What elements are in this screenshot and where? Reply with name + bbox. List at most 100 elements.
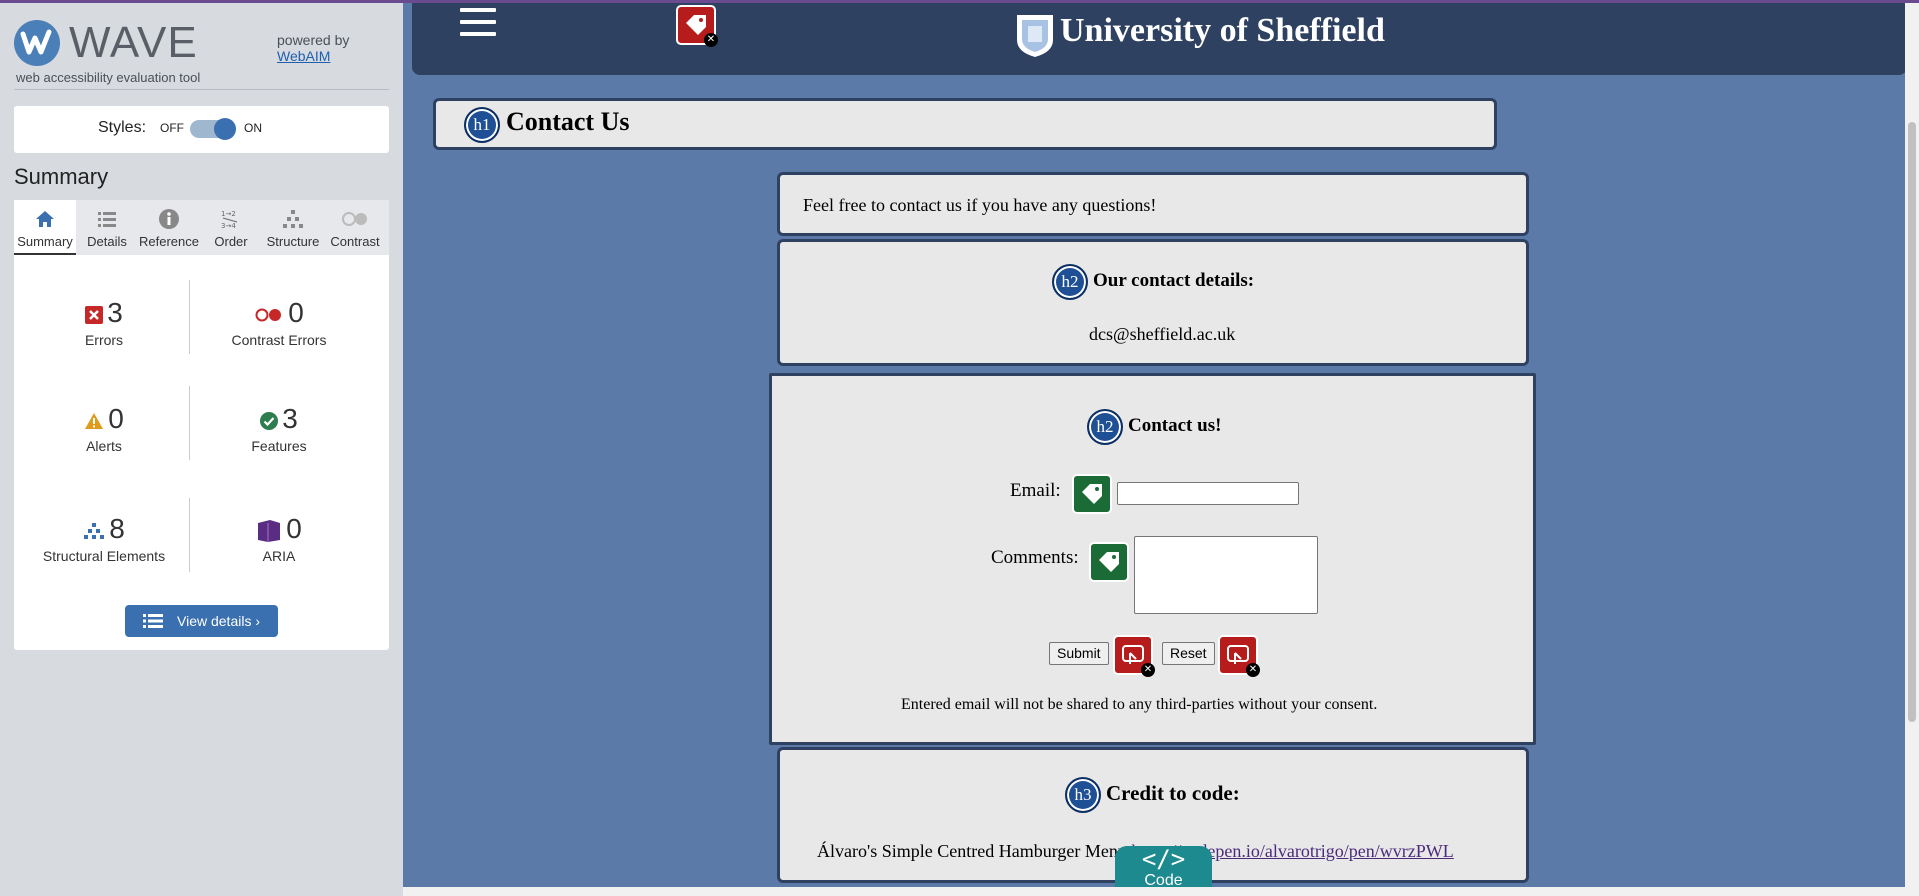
horizontal-scrollbar[interactable] — [403, 887, 1905, 896]
contact-form-card: h2 Contact us! Email: Comments: Submit ✕… — [769, 373, 1536, 745]
error-icon — [85, 305, 104, 324]
tab-reference[interactable]: Reference — [138, 200, 200, 255]
contact-email: dcs@sheffield.ac.uk — [1089, 324, 1236, 344]
stat-errors[interactable]: 3 Errors — [19, 296, 189, 348]
page-title: Contact Us — [506, 107, 630, 136]
stat-divider — [189, 498, 190, 572]
stat-contrast-errors[interactable]: 0 Contrast Errors — [194, 296, 364, 348]
label-feature-icon[interactable] — [1072, 474, 1112, 514]
tab-details[interactable]: Details — [76, 200, 138, 255]
contrast-errors-count: 0 — [288, 297, 304, 328]
contact-details-card: h2 Our contact details: dcs@sheffield.ac… — [777, 239, 1529, 366]
styles-toggle-knob — [214, 118, 236, 140]
site-header: ✕ University of Sheffield — [412, 0, 1907, 75]
tab-structure[interactable]: Structure — [262, 200, 324, 255]
features-count: 3 — [282, 403, 298, 434]
styles-label: Styles: — [98, 119, 147, 136]
missing-label-error-icon[interactable]: ✕ — [676, 5, 718, 47]
h2-badge-icon[interactable]: h2 — [1087, 409, 1123, 445]
submit-button[interactable]: Submit — [1049, 642, 1109, 665]
intro-card: Feel free to contact us if you have any … — [777, 172, 1529, 236]
info-icon — [138, 208, 200, 232]
aria-icon — [258, 519, 281, 542]
structural-icon — [84, 522, 105, 539]
vertical-scrollbar[interactable] — [1905, 0, 1919, 896]
credit-description: Álvaro's Simple Centred Hamburger Menu — [817, 841, 1127, 861]
structure-icon — [262, 208, 324, 232]
powered-by-label: powered by — [277, 32, 350, 48]
stat-divider — [189, 280, 190, 354]
wave-sidebar: WAVE web accessibility evaluation tool p… — [0, 0, 403, 896]
reset-button[interactable]: Reset — [1162, 642, 1215, 665]
view-details-label: View details › — [177, 613, 261, 629]
styles-toggle-card: Styles: OFF ON — [14, 106, 389, 153]
summary-title: Summary — [14, 164, 109, 189]
tab-contrast[interactable]: Contrast — [324, 200, 386, 255]
h2-badge-icon[interactable]: h2 — [1052, 264, 1088, 300]
alerts-count: 0 — [108, 403, 124, 434]
features-label: Features — [251, 438, 307, 454]
list-icon — [76, 208, 138, 232]
structural-count: 8 — [109, 513, 125, 544]
contact-details-heading: Our contact details: — [1093, 270, 1255, 291]
label-feature-icon[interactable] — [1089, 542, 1129, 582]
tab-summary[interactable]: Summary — [14, 200, 76, 255]
form-heading: Contact us! — [1128, 415, 1222, 436]
privacy-note: Entered email will not be shared to any … — [901, 696, 1378, 713]
page-heading-card: h1 Contact Us — [433, 98, 1497, 150]
stat-alerts[interactable]: 0 Alerts — [19, 402, 189, 454]
svg-text:3→4: 3→4 — [221, 222, 236, 230]
home-icon — [14, 208, 76, 232]
wave-logo-icon — [14, 20, 60, 66]
feature-icon — [260, 411, 279, 430]
email-label: Email: — [1010, 480, 1061, 501]
summary-panel: Summary Details Reference 1→23→4 Order — [14, 200, 389, 650]
list-icon — [143, 614, 163, 628]
stat-aria[interactable]: 0 ARIA — [194, 512, 364, 564]
wave-logo-row: WAVE web accessibility evaluation tool p… — [14, 18, 389, 90]
errors-count: 3 — [107, 297, 123, 328]
h3-badge-icon[interactable]: h3 — [1065, 777, 1101, 813]
svg-text:1→2: 1→2 — [221, 210, 236, 218]
email-field[interactable] — [1117, 482, 1299, 505]
contrast-icon — [324, 208, 386, 232]
order-icon: 1→2 3→4 — [200, 208, 262, 232]
top-accent-line — [0, 0, 1919, 3]
powered-by: powered by WebAIM — [277, 32, 349, 64]
styles-toggle[interactable] — [190, 118, 236, 140]
intro-text: Feel free to contact us if you have any … — [803, 195, 1157, 215]
errors-label: Errors — [84, 332, 124, 348]
wave-tabs: Summary Details Reference 1→23→4 Order — [14, 200, 389, 255]
university-shield-icon — [1017, 15, 1053, 57]
stat-structural[interactable]: 8 Structural Elements — [19, 512, 189, 564]
comments-label: Comments: — [991, 547, 1079, 568]
empty-button-error-icon[interactable]: ✕ — [1218, 635, 1260, 677]
wave-tagline: web accessibility evaluation tool — [16, 70, 201, 85]
error-x-badge-icon: ✕ — [1141, 663, 1155, 677]
styles-off-label: OFF — [160, 121, 184, 135]
stat-divider — [189, 386, 190, 460]
comments-textarea[interactable] — [1134, 536, 1318, 614]
alerts-label: Alerts — [86, 438, 122, 454]
aria-count: 0 — [286, 513, 302, 544]
webaim-link[interactable]: WebAIM — [277, 48, 330, 64]
credit-heading: Credit to code: — [1106, 781, 1240, 805]
error-x-badge-icon: ✕ — [704, 33, 718, 47]
styles-on-label: ON — [244, 121, 262, 135]
alert-icon — [85, 412, 104, 429]
error-x-badge-icon: ✕ — [1246, 663, 1260, 677]
aria-label: ARIA — [262, 548, 296, 564]
stat-features[interactable]: 3 Features — [194, 402, 364, 454]
hamburger-menu-icon[interactable] — [460, 8, 496, 38]
view-details-button[interactable]: View details › — [125, 605, 278, 637]
empty-button-error-icon[interactable]: ✕ — [1113, 635, 1155, 677]
contrast-error-icon — [255, 308, 282, 322]
tab-order[interactable]: 1→2 3→4 Order — [200, 200, 262, 255]
site-title[interactable]: University of Sheffield — [1060, 12, 1385, 50]
structural-label: Structural Elements — [42, 548, 166, 564]
code-icon: </> — [1141, 845, 1186, 873]
wave-logo-text: WAVE — [69, 18, 198, 67]
h1-badge-icon[interactable]: h1 — [464, 107, 500, 143]
contrast-errors-label: Contrast Errors — [231, 332, 327, 348]
scrollbar-thumb[interactable] — [1908, 122, 1916, 722]
